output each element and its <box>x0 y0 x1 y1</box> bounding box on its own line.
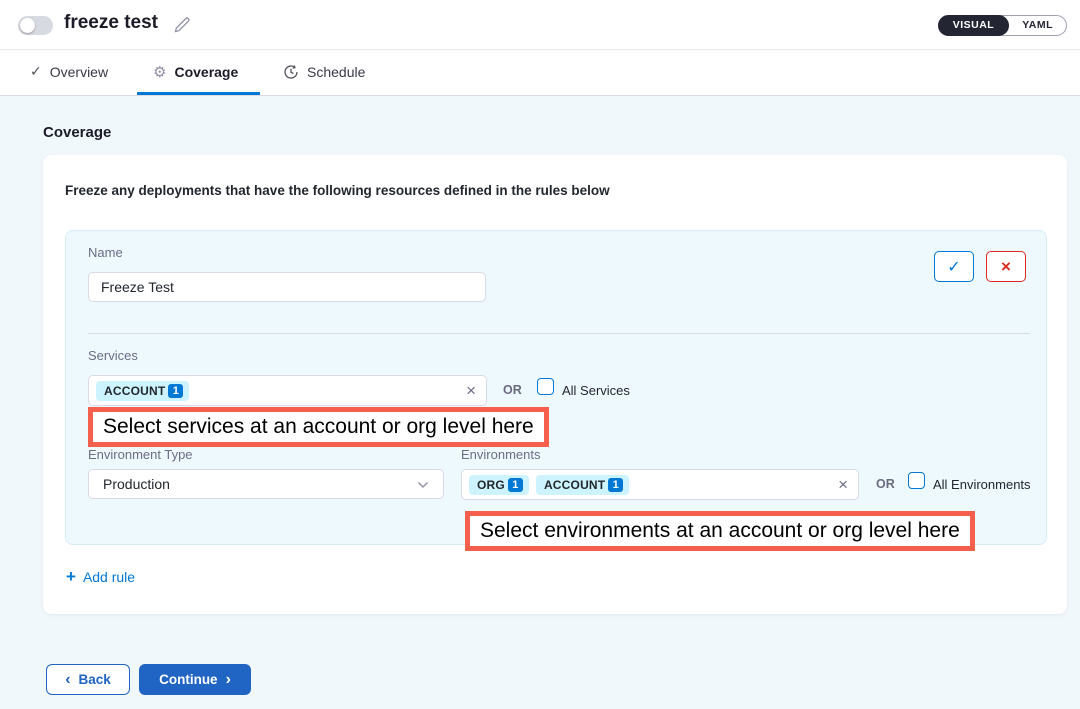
all-services-checkbox[interactable] <box>537 378 554 395</box>
freeze-window-page: freeze test VISUAL YAML ✓ Overview ⚙ Cov… <box>0 0 1080 709</box>
back-button[interactable]: ‹ Back <box>46 664 130 695</box>
header: freeze test VISUAL YAML <box>0 0 1080 50</box>
view-mode-toggle: VISUAL YAML <box>938 15 1067 36</box>
schedule-icon <box>283 64 299 80</box>
check-icon: ✓ <box>947 257 960 277</box>
environment-type-label: Environment Type <box>88 447 193 462</box>
chip-count-badge: 1 <box>168 384 183 398</box>
rule-name-value: Freeze Test <box>101 279 174 295</box>
tab-overview-label: Overview <box>50 64 108 80</box>
panel-divider <box>88 333 1030 334</box>
chevron-left-icon: ‹ <box>65 672 70 688</box>
edit-pencil-icon[interactable] <box>172 15 192 35</box>
all-environments-checkbox[interactable] <box>908 472 925 489</box>
services-label: Services <box>88 348 138 363</box>
yaml-toggle-button[interactable]: YAML <box>1009 16 1066 35</box>
name-label: Name <box>88 245 123 260</box>
continue-button[interactable]: Continue › <box>139 664 251 695</box>
tab-schedule[interactable]: Schedule <box>283 50 365 93</box>
continue-button-label: Continue <box>159 672 218 687</box>
environment-type-value: Production <box>103 476 170 492</box>
tab-overview[interactable]: ✓ Overview <box>30 50 108 93</box>
confirm-rule-button[interactable]: ✓ <box>934 251 974 282</box>
tab-schedule-label: Schedule <box>307 64 365 80</box>
section-heading: Coverage <box>43 124 111 141</box>
chip-scope: ACCOUNT <box>544 478 605 492</box>
chip-count-badge: 1 <box>608 478 623 492</box>
active-tab-underline <box>137 92 260 95</box>
toggle-knob <box>20 18 35 33</box>
clear-environments-icon[interactable]: × <box>838 476 848 493</box>
page-title: freeze test <box>64 12 158 34</box>
tab-bar: ✓ Overview ⚙ Coverage Schedule <box>0 50 1080 96</box>
visual-toggle-button[interactable]: VISUAL <box>938 15 1010 36</box>
all-environments-label: All Environments <box>933 477 1031 492</box>
plus-icon: + <box>66 568 76 585</box>
add-rule-link[interactable]: + Add rule <box>66 568 135 585</box>
add-rule-label: Add rule <box>83 569 135 585</box>
tab-coverage-label: Coverage <box>174 64 238 80</box>
environment-type-select[interactable]: Production <box>88 469 444 499</box>
rule-name-input[interactable]: Freeze Test <box>88 272 486 302</box>
environments-annotation: Select environments at an account or org… <box>465 511 975 551</box>
environment-scope-chip: ORG 1 <box>469 475 529 495</box>
all-services-label: All Services <box>562 383 630 398</box>
cancel-rule-button[interactable]: × <box>986 251 1026 282</box>
environments-multiselect[interactable]: ORG 1 ACCOUNT 1 × <box>461 469 859 500</box>
services-annotation: Select services at an account or org lev… <box>88 407 549 447</box>
chip-scope: ACCOUNT <box>104 384 165 398</box>
services-or-label: OR <box>503 383 522 397</box>
environment-scope-chip: ACCOUNT 1 <box>536 475 629 495</box>
freeze-rule-panel: Name Freeze Test ✓ × Services ACCOUNT <box>65 230 1047 545</box>
freeze-enabled-toggle[interactable] <box>18 16 53 35</box>
page-body: Coverage Freeze any deployments that hav… <box>0 96 1080 709</box>
environments-label: Environments <box>461 447 540 462</box>
chip-count-badge: 1 <box>508 478 523 492</box>
services-multiselect[interactable]: ACCOUNT 1 × <box>88 375 487 406</box>
back-button-label: Back <box>79 672 111 687</box>
chip-scope: ORG <box>477 478 505 492</box>
tab-coverage[interactable]: ⚙ Coverage <box>153 50 238 93</box>
close-icon: × <box>1001 257 1011 277</box>
check-icon: ✓ <box>30 63 42 80</box>
environments-or-label: OR <box>876 477 895 491</box>
service-scope-chip: ACCOUNT 1 <box>96 381 189 401</box>
gear-icon: ⚙ <box>153 63 166 81</box>
chevron-right-icon: › <box>226 672 231 688</box>
chevron-down-icon <box>417 476 429 492</box>
clear-services-icon[interactable]: × <box>466 382 476 399</box>
coverage-description: Freeze any deployments that have the fol… <box>65 183 610 198</box>
